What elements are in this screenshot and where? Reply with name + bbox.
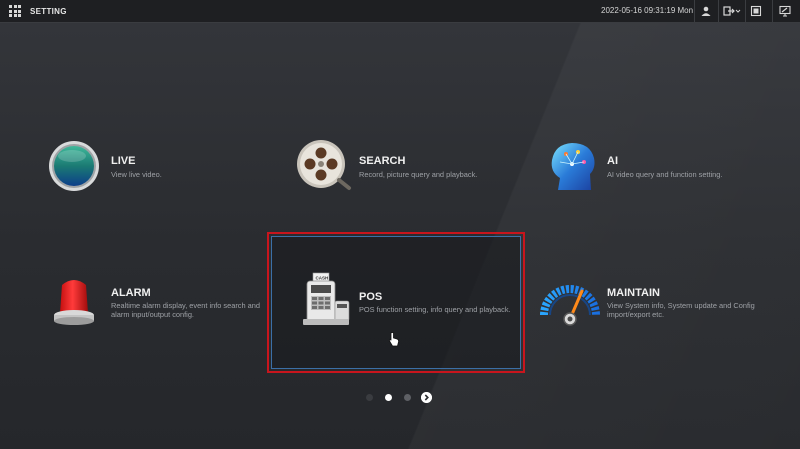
logout-icon[interactable]: [723, 5, 741, 17]
toolbar-divider: [772, 0, 773, 22]
background: [0, 0, 800, 449]
toolbar-divider: [745, 0, 746, 22]
page-dot-3[interactable]: [404, 394, 411, 401]
monitor-icon[interactable]: [779, 5, 791, 17]
tile-ai[interactable]: AI AI video query and function setting.: [540, 135, 780, 200]
page-dot-1[interactable]: [366, 394, 373, 401]
page-title: SETTING: [30, 6, 67, 16]
tile-search[interactable]: SEARCH Record, picture query and playbac…: [290, 135, 520, 200]
tile-alarm[interactable]: ALARM Realtime alarm display, event info…: [40, 270, 265, 335]
system-datetime: 2022-05-16 09:31:19 Mon: [601, 6, 694, 15]
film-reel-icon: [297, 140, 351, 190]
tile-live[interactable]: LIVE View live video.: [40, 135, 260, 200]
tile-maintain-desc-line2: import/export etc.: [607, 310, 665, 319]
tile-pos-title: POS: [359, 291, 383, 303]
toolbar-divider: [718, 0, 719, 22]
menu-grid-icon[interactable]: [9, 5, 21, 17]
tile-maintain[interactable]: MAINTAIN View System info, System update…: [535, 270, 785, 335]
tile-pos[interactable]: CASH POS POS function setting, info quer…: [290, 265, 520, 335]
tile-ai-title: AI: [607, 155, 618, 167]
tile-alarm-title: ALARM: [111, 287, 151, 299]
tile-alarm-desc-line1: Realtime alarm display, event info searc…: [111, 301, 260, 310]
alarm-siren-icon: [54, 280, 94, 325]
tile-search-desc: Record, picture query and playback.: [359, 170, 478, 179]
ai-brain-head-icon: [551, 143, 595, 190]
tile-maintain-desc-line1: View System info, System update and Conf…: [607, 301, 755, 310]
fullscreen-icon[interactable]: [750, 5, 762, 17]
page-dot-2-active[interactable]: [385, 394, 392, 401]
toolbar-divider: [694, 0, 695, 22]
next-page-icon[interactable]: [421, 392, 432, 403]
tile-search-title: SEARCH: [359, 155, 406, 167]
tile-live-desc: View live video.: [111, 170, 162, 179]
tile-live-title: LIVE: [111, 155, 136, 167]
page-indicator: [0, 392, 800, 404]
speedometer-gauge-icon: [540, 285, 600, 326]
tile-ai-desc: AI video query and function setting.: [607, 170, 723, 179]
mouse-cursor-icon: [389, 332, 399, 347]
svg-text:CASH: CASH: [316, 276, 329, 281]
live-globe-icon: [49, 141, 99, 191]
user-icon[interactable]: [700, 5, 712, 17]
tile-maintain-title: MAINTAIN: [607, 287, 660, 299]
tile-pos-desc: POS function setting, info query and pla…: [359, 305, 511, 314]
tile-alarm-desc-line2: alarm input/output config.: [111, 310, 194, 319]
pos-terminal-icon: CASH: [303, 272, 350, 325]
